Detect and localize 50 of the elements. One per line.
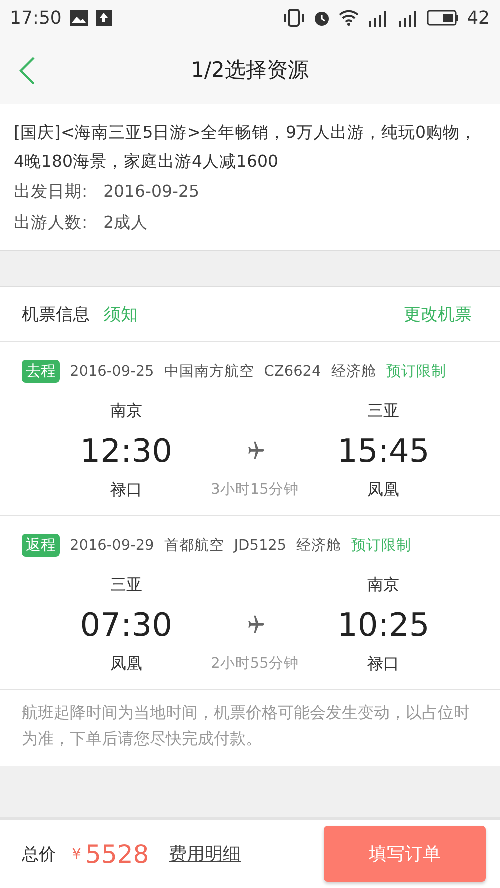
vibrate-icon xyxy=(283,9,306,27)
total-label: 总价 xyxy=(22,844,56,866)
clock: 17:50 xyxy=(10,8,62,28)
battery-level: 42 xyxy=(467,8,490,28)
field-label: 出游人数: xyxy=(14,212,88,234)
product-title: [国庆]<海南三亚5日游>全年畅销，9万人出游，纯玩0购物，4晚180海景，家庭出游4人减1600 xyxy=(14,122,478,173)
trip-tag: 去程 xyxy=(22,360,60,383)
flight-number: CZ6624 xyxy=(264,364,322,380)
departure-city: 南京 xyxy=(110,401,142,422)
departure-time: 12:30 xyxy=(80,432,172,470)
field-value: 2016-09-25 xyxy=(104,181,200,203)
currency-symbol: ¥ xyxy=(72,845,82,863)
departure-city: 三亚 xyxy=(110,575,142,596)
submit-order-button[interactable]: 填写订单 xyxy=(324,826,486,882)
field-value: 2成人 xyxy=(104,212,148,234)
flight-duration: 2小时55分钟 xyxy=(211,655,299,674)
alarm-icon xyxy=(313,9,332,27)
airline-name: 首都航空 xyxy=(164,537,224,555)
arrival-time: 10:25 xyxy=(338,606,430,644)
back-icon[interactable] xyxy=(18,56,38,86)
image-icon xyxy=(70,10,88,26)
airline-name: 中国南方航空 xyxy=(164,362,254,381)
booking-restriction-link[interactable]: 预订限制 xyxy=(386,362,446,381)
arrival-airport: 禄口 xyxy=(368,654,400,675)
upload-icon xyxy=(96,10,112,26)
booking-restriction-link[interactable]: 预订限制 xyxy=(352,536,412,555)
wifi-icon xyxy=(339,10,360,26)
departure-time: 07:30 xyxy=(80,606,172,644)
flight-date: 2016-09-25 xyxy=(70,364,154,380)
change-ticket-link[interactable]: 更改机票 xyxy=(404,302,472,326)
arrival-city: 三亚 xyxy=(368,401,400,422)
total-price: 5528 xyxy=(86,840,150,868)
flight-number: JD5125 xyxy=(234,538,287,554)
flight-date: 2016-09-29 xyxy=(70,538,154,554)
notice-link[interactable]: 须知 xyxy=(104,302,138,326)
arrival-city: 南京 xyxy=(368,575,400,596)
arrival-airport: 凤凰 xyxy=(368,480,400,501)
departure-airport: 凤凰 xyxy=(110,654,142,675)
flight-duration: 3小时15分钟 xyxy=(211,481,299,500)
section-title: 机票信息 xyxy=(22,304,90,326)
trip-tag: 返程 xyxy=(22,534,60,557)
page-title: 1/2选择资源 xyxy=(191,57,309,84)
field-label: 出发日期: xyxy=(14,181,88,203)
arrival-time: 15:45 xyxy=(338,432,430,470)
battery-icon xyxy=(427,10,460,26)
fee-details-link[interactable]: 费用明细 xyxy=(169,842,242,866)
cabin-class: 经济舱 xyxy=(296,536,342,555)
cabin-class: 经济舱 xyxy=(331,362,376,381)
notice-text: 航班起降时间为当地时间，机票价格可能会发生变动，以占位时为准，下单后请您尽快完成付款。 xyxy=(21,702,471,750)
departure-airport: 禄口 xyxy=(110,480,142,501)
